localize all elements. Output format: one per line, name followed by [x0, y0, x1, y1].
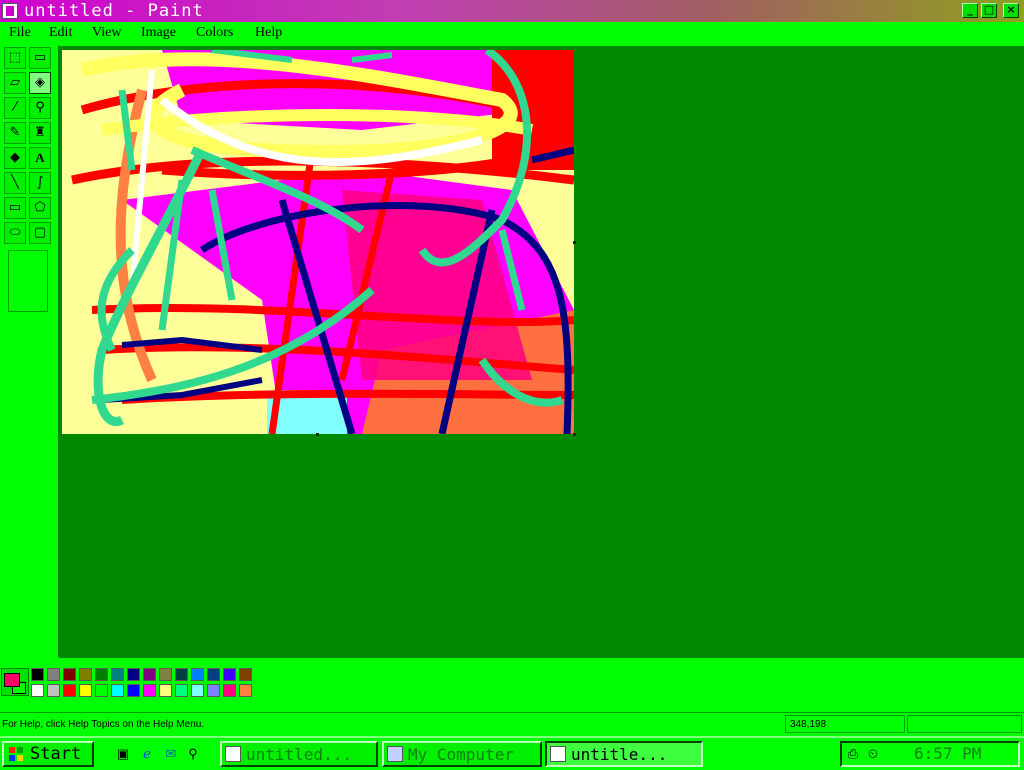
status-bar: For Help, click Help Topics on the Help … [0, 712, 1024, 735]
pick-color-tool[interactable]: ⁄ [4, 97, 26, 119]
menu-file[interactable]: File [9, 25, 31, 41]
palette-swatch[interactable] [191, 684, 204, 697]
palette-swatch[interactable] [239, 684, 252, 697]
palette-swatch[interactable] [63, 668, 76, 681]
canvas-resize-handle-bottom[interactable] [316, 433, 319, 436]
window-title: untitled - Paint [24, 1, 204, 21]
eraser-tool[interactable]: ▱ [4, 72, 26, 94]
start-label: Start [30, 744, 82, 764]
taskbar-button-my-computer[interactable]: My Computer [382, 741, 542, 767]
palette-swatch[interactable] [207, 668, 220, 681]
taskbar: Start ▣ ℯ ✉ ⚲ untitled... My Computer un… [0, 736, 1024, 770]
palette-swatch[interactable] [31, 668, 44, 681]
start-button[interactable]: Start [2, 741, 94, 767]
windows-logo-icon [9, 747, 23, 761]
polygon-tool[interactable]: ⬠ [29, 197, 51, 219]
quick-launch-bar: ▣ ℯ ✉ ⚲ [110, 743, 210, 767]
task-label: untitled... [246, 745, 352, 764]
ellipse-tool[interactable]: ⬭ [4, 222, 26, 244]
paint-app-icon [550, 746, 566, 762]
palette-swatch[interactable] [143, 684, 156, 697]
canvas-resize-handle-corner[interactable] [573, 433, 576, 436]
palette-swatch[interactable] [223, 668, 236, 681]
channels-icon[interactable]: ⚲ [184, 745, 202, 763]
canvas-drawing [62, 50, 574, 434]
system-tray: ⎙ ⏲ 6:57 PM [840, 741, 1020, 767]
magnifier-tool[interactable]: ⚲ [29, 97, 51, 119]
free-form-select-tool[interactable]: ⬚ [4, 47, 26, 69]
clock[interactable]: 6:57 PM [914, 744, 981, 763]
palette-swatch[interactable] [175, 684, 188, 697]
scheduler-icon[interactable]: ⏲ [864, 745, 882, 763]
tool-options-box[interactable] [8, 250, 48, 312]
menu-help[interactable]: Help [255, 25, 282, 41]
drawing-canvas[interactable] [62, 50, 574, 434]
palette-swatch[interactable] [239, 668, 252, 681]
minimize-button[interactable]: _ [962, 3, 978, 18]
airbrush-tool[interactable]: ◆ [4, 147, 26, 169]
palette-swatch[interactable] [159, 668, 172, 681]
foreground-color-swatch [4, 673, 20, 687]
internet-explorer-icon[interactable]: ℯ [138, 745, 156, 763]
status-help-text: For Help, click Help Topics on the Help … [2, 719, 205, 730]
palette-swatch[interactable] [175, 668, 188, 681]
menu-bar: File Edit View Image Colors Help [0, 22, 1024, 44]
task-label: untitle... [571, 745, 668, 764]
palette-swatch[interactable] [143, 668, 156, 681]
palette-swatch[interactable] [111, 684, 124, 697]
text-tool[interactable]: A [29, 147, 51, 169]
taskbar-button-untitled-2[interactable]: untitle... [545, 741, 703, 767]
palette-swatch[interactable] [127, 684, 140, 697]
paint-app-icon[interactable] [2, 3, 18, 19]
menu-edit[interactable]: Edit [49, 25, 72, 41]
taskbar-button-untitled-1[interactable]: untitled... [220, 741, 378, 767]
menu-colors[interactable]: Colors [196, 25, 233, 41]
title-bar[interactable]: untitled - Paint _ □ × [0, 0, 1024, 22]
palette-swatch[interactable] [95, 668, 108, 681]
palette-swatch[interactable] [79, 668, 92, 681]
pencil-tool[interactable]: ✎ [4, 122, 26, 144]
desktop-icon[interactable]: ▣ [114, 745, 132, 763]
status-size-cell [907, 715, 1022, 733]
menu-view[interactable]: View [92, 25, 121, 41]
palette-swatch[interactable] [223, 684, 236, 697]
canvas-resize-handle-right[interactable] [573, 241, 576, 244]
outlook-express-icon[interactable]: ✉ [162, 745, 180, 763]
close-button[interactable]: × [1003, 3, 1019, 18]
palette-swatch[interactable] [31, 684, 44, 697]
rectangle-tool[interactable]: ▭ [4, 197, 26, 219]
select-tool[interactable]: ▭ [29, 47, 51, 69]
palette-swatch[interactable] [95, 684, 108, 697]
computer-icon [387, 746, 403, 762]
rounded-rectangle-tool[interactable]: ▢ [29, 222, 51, 244]
palette-swatch[interactable] [127, 668, 140, 681]
palette-swatch[interactable] [79, 684, 92, 697]
task-label: My Computer [408, 745, 514, 764]
status-coordinates: 348,198 [790, 719, 827, 730]
tool-box: ⬚ ▭ ▱ ◈ ⁄ ⚲ ✎ ♜ ◆ A ╲ ∫ ▭ ⬠ ⬭ ▢ [0, 45, 59, 657]
brush-tool[interactable]: ♜ [29, 122, 51, 144]
paint-app-icon [225, 746, 241, 762]
palette-swatch[interactable] [47, 684, 60, 697]
printer-icon[interactable]: ⎙ [844, 745, 862, 763]
fill-with-color-tool[interactable]: ◈ [29, 72, 51, 94]
curve-tool[interactable]: ∫ [29, 172, 51, 194]
restore-button[interactable]: □ [981, 3, 997, 18]
palette-swatch[interactable] [111, 668, 124, 681]
palette-swatch[interactable] [63, 684, 76, 697]
palette-swatch[interactable] [191, 668, 204, 681]
menu-image[interactable]: Image [141, 25, 176, 41]
palette-swatch[interactable] [159, 684, 172, 697]
line-tool[interactable]: ╲ [4, 172, 26, 194]
color-palette [31, 668, 255, 698]
palette-swatch[interactable] [47, 668, 60, 681]
palette-swatch[interactable] [207, 684, 220, 697]
